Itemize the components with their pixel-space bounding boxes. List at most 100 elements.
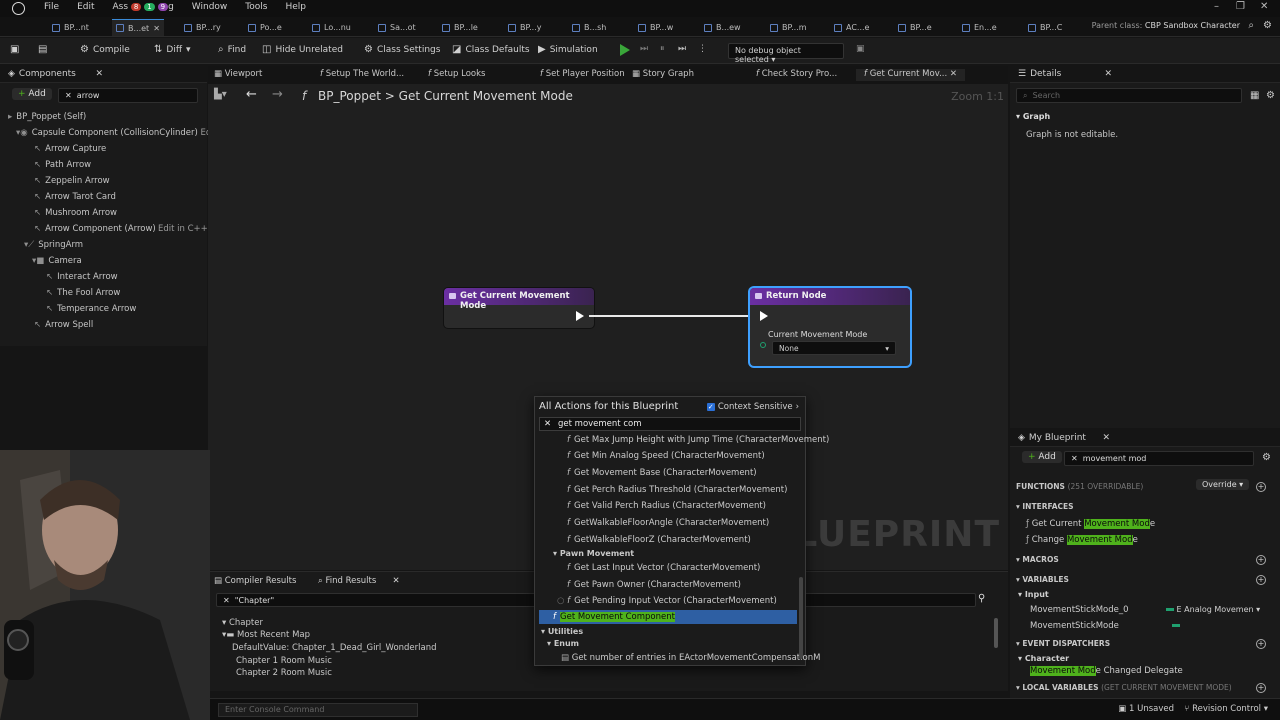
context-sensitive-checkbox[interactable]: ✓ Context Sensitive › bbox=[706, 402, 799, 412]
tab-story-graph[interactable]: ▦ Story Graph bbox=[632, 69, 694, 79]
exec-in-pin[interactable] bbox=[760, 311, 768, 321]
doc-tab-active[interactable]: B...et ✕ bbox=[112, 19, 164, 36]
doc-tab[interactable]: BP...le bbox=[442, 19, 478, 36]
component-search-input[interactable]: ✕ arrow bbox=[58, 88, 198, 103]
save-icon[interactable]: ▣ bbox=[10, 44, 19, 55]
binoculars-icon[interactable]: ⚲ bbox=[978, 593, 985, 604]
local-variables-section[interactable]: ▾ LOCAL VARIABLES (GET CURRENT MOVEMENT … bbox=[1016, 683, 1232, 692]
action-item[interactable]: f Get Movement Base (CharacterMovement) bbox=[567, 468, 757, 478]
result-row[interactable]: DefaultValue: Chapter_1_Dead_Girl_Wonder… bbox=[232, 643, 437, 653]
tree-item-arrow[interactable]: ↖ Zeppelin Arrow bbox=[34, 176, 110, 186]
action-category[interactable]: ▾ Enum bbox=[547, 639, 579, 648]
tree-item-self[interactable]: ▸ BP_Poppet (Self) bbox=[8, 112, 86, 122]
menu-assets[interactable]: Ass 8 1 9g bbox=[113, 2, 174, 12]
clear-search-icon[interactable]: ✕ bbox=[1071, 454, 1078, 463]
back-arrow-icon[interactable]: ← bbox=[246, 87, 257, 102]
tab-find-results[interactable]: ⌕ Find Results ✕ bbox=[318, 576, 400, 586]
browse-icon[interactable]: ▤ bbox=[38, 44, 47, 55]
skip-icon[interactable]: ⏭ bbox=[678, 44, 686, 54]
tree-item-camera[interactable]: ▾■ Camera bbox=[32, 256, 82, 266]
parent-class[interactable]: Parent class: CBP Sandbox Character bbox=[1092, 21, 1240, 30]
view-options-icon[interactable]: ▦ bbox=[1250, 90, 1259, 101]
doc-tab[interactable]: Po...e bbox=[248, 19, 282, 36]
clear-search-icon[interactable]: ✕ bbox=[65, 91, 72, 100]
close-tab-icon[interactable]: ✕ bbox=[153, 24, 160, 33]
enum-pin[interactable] bbox=[760, 342, 766, 348]
close-panel-icon[interactable]: ✕ bbox=[1102, 433, 1110, 443]
close-icon[interactable]: ✕ bbox=[1260, 1, 1268, 12]
close-tab-icon[interactable]: ✕ bbox=[393, 576, 400, 586]
action-item-selected[interactable]: f Get Movement Component bbox=[553, 612, 675, 622]
add-local-variable-icon[interactable]: + bbox=[1256, 683, 1266, 693]
variables-section[interactable]: ▾ VARIABLES bbox=[1016, 575, 1069, 584]
doc-tab[interactable]: BP...ry bbox=[184, 19, 221, 36]
details-search-input[interactable]: ⌕ Search bbox=[1016, 88, 1242, 103]
debug-filter-icon[interactable]: ▣ bbox=[856, 44, 865, 54]
exec-out-pin[interactable] bbox=[576, 311, 584, 321]
hide-unrelated-button[interactable]: ◫ Hide Unrelated bbox=[262, 44, 343, 55]
action-item[interactable]: f GetWalkableFloorZ (CharacterMovement) bbox=[567, 535, 751, 545]
event-dispatchers-section[interactable]: ▾ EVENT DISPATCHERS bbox=[1016, 639, 1110, 648]
more-options-icon[interactable]: ⋮ bbox=[698, 44, 707, 54]
class-settings-button[interactable]: ⚙ Class Settings bbox=[364, 44, 440, 55]
step-icon[interactable]: ⏭ bbox=[640, 44, 648, 54]
revision-control-button[interactable]: ⑂ Revision Control ▾ bbox=[1184, 704, 1268, 714]
tree-item-arrow[interactable]: ↖ Arrow Spell bbox=[34, 320, 93, 330]
variable-category[interactable]: ▾ Input bbox=[1018, 590, 1049, 599]
tab-set-player-position[interactable]: f Set Player Position bbox=[540, 69, 625, 79]
pause-icon[interactable]: ⏸ bbox=[660, 44, 665, 54]
action-search-input[interactable]: ✕ get movement com bbox=[539, 417, 801, 431]
variable-item[interactable]: MovementStickMode_0 bbox=[1030, 605, 1129, 615]
doc-tab[interactable]: BP...m bbox=[770, 19, 807, 36]
tab-check-story[interactable]: f Check Story Pro... bbox=[756, 69, 837, 79]
forward-arrow-icon[interactable]: → bbox=[272, 87, 283, 102]
tree-item-arrow[interactable]: ↖ Interact Arrow bbox=[46, 272, 118, 282]
minimize-icon[interactable]: – bbox=[1214, 1, 1219, 12]
scrollbar[interactable] bbox=[994, 618, 998, 648]
action-category[interactable]: ▾ Pawn Movement bbox=[553, 549, 634, 558]
variable-type[interactable]: E Analog Movemen ▾ bbox=[1166, 605, 1260, 614]
interface-function-item[interactable]: ƒ Get Current Movement Mode bbox=[1026, 519, 1155, 529]
settings-icon[interactable]: ⚙ bbox=[1262, 452, 1271, 463]
function-entry-node[interactable]: Get Current Movement Mode bbox=[444, 288, 594, 328]
doc-tab[interactable]: BP...e bbox=[898, 19, 932, 36]
tree-item-arrow[interactable]: ↖ Temperance Arrow bbox=[46, 304, 136, 314]
simulation-button[interactable]: ▶ Simulation bbox=[538, 44, 598, 55]
tree-item-springarm[interactable]: ▾⟋ SpringArm bbox=[24, 240, 83, 250]
action-item[interactable]: f Get Max Jump Height with Jump Time (Cha… bbox=[567, 435, 829, 445]
doc-tab[interactable]: Sa...ot bbox=[378, 19, 416, 36]
menu-file[interactable]: File bbox=[44, 2, 59, 12]
dispatcher-item[interactable]: Movement Mode Changed Delegate bbox=[1030, 666, 1183, 676]
doc-tab[interactable]: AC...e bbox=[834, 19, 869, 36]
variable-item[interactable]: MovementStickMode bbox=[1030, 621, 1119, 631]
console-input[interactable]: Enter Console Command bbox=[218, 703, 418, 717]
settings-icon[interactable]: ⚙ bbox=[1266, 90, 1275, 101]
tab-setup-looks[interactable]: f Setup Looks bbox=[428, 69, 485, 79]
doc-tab[interactable]: BP...nt bbox=[52, 19, 89, 36]
action-menu-scrollbar[interactable] bbox=[799, 577, 803, 659]
my-blueprint-search-input[interactable]: ✕ movement mod bbox=[1064, 451, 1254, 466]
debug-object-select[interactable]: No debug object selected ▾ bbox=[728, 43, 844, 64]
class-defaults-button[interactable]: ◪ Class Defaults bbox=[452, 44, 530, 55]
menu-edit[interactable]: Edit bbox=[77, 2, 94, 12]
add-component-button[interactable]: + Add bbox=[12, 88, 52, 100]
close-tab-icon[interactable]: ✕ bbox=[950, 69, 957, 79]
close-panel-icon[interactable]: ✕ bbox=[1104, 69, 1112, 79]
enum-value-select[interactable]: None ▾ bbox=[772, 341, 896, 355]
tree-item-arrow[interactable]: ↖ Arrow Component (Arrow) Edit in C++ bbox=[34, 224, 208, 234]
tree-item-arrow[interactable]: ↖ Mushroom Arrow bbox=[34, 208, 117, 218]
menu-tools[interactable]: Tools bbox=[245, 2, 267, 12]
add-variable-icon[interactable]: + bbox=[1256, 575, 1266, 585]
doc-tab[interactable]: BP...w bbox=[638, 19, 673, 36]
result-row[interactable]: ▾ Chapter bbox=[222, 618, 263, 628]
graph-menu-icon[interactable]: ▙▾ bbox=[214, 89, 227, 100]
close-panel-icon[interactable]: ✕ bbox=[95, 69, 103, 79]
play-icon[interactable] bbox=[620, 44, 630, 56]
interface-function-item[interactable]: ƒ Change Movement Mode bbox=[1026, 535, 1138, 545]
doc-tab[interactable]: B...sh bbox=[572, 19, 606, 36]
tab-viewport[interactable]: ▦ Viewport bbox=[214, 69, 262, 79]
return-node[interactable]: Return Node Current Movement Mode None ▾ bbox=[750, 288, 910, 366]
tab-setup-world[interactable]: f Setup The World... bbox=[320, 69, 404, 79]
add-member-button[interactable]: + Add bbox=[1022, 451, 1062, 463]
tree-item-arrow[interactable]: ↖ Path Arrow bbox=[34, 160, 91, 170]
